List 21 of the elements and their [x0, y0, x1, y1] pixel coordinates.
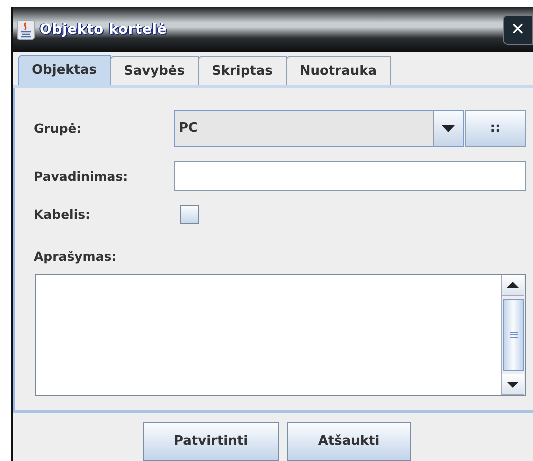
- dialog-button[interactable]: Atšaukti: [287, 422, 411, 461]
- field-label: Grupė:: [34, 120, 83, 136]
- field-label: Pavadinimas:: [34, 168, 130, 184]
- field-label: Aprašymas:: [34, 249, 118, 264]
- scroll-down-icon[interactable]: [502, 374, 524, 395]
- dialog-button[interactable]: Patvirtinti: [143, 422, 279, 461]
- field-label: Kabelis:: [34, 206, 92, 222]
- window-title: Objekto kortelė: [40, 22, 168, 38]
- cable-checkbox[interactable]: [180, 204, 199, 224]
- group-dropdown[interactable]: PC: [174, 110, 464, 146]
- name-field[interactable]: [174, 161, 526, 191]
- grip-icon: [510, 331, 518, 339]
- tab[interactable]: Nuotrauka: [286, 56, 391, 85]
- close-button[interactable]: ✕: [503, 14, 533, 44]
- coffee-cup-icon: [17, 20, 35, 40]
- tab[interactable]: Objektas: [18, 55, 111, 85]
- scrollbar[interactable]: [501, 275, 525, 395]
- description-field[interactable]: [35, 274, 526, 396]
- browse-button[interactable]: ::: [465, 110, 526, 146]
- scroll-up-icon[interactable]: [502, 275, 524, 296]
- tab[interactable]: Savybės: [110, 56, 199, 85]
